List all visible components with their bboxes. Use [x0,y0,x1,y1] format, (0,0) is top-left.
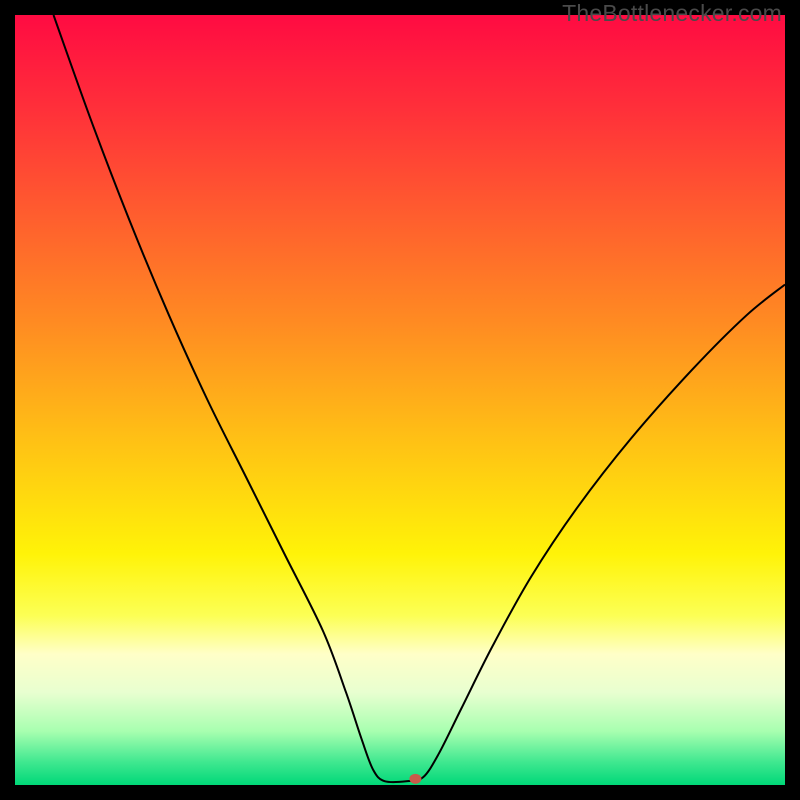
optimal-point-marker [409,774,421,784]
watermark-text: TheBottlenecker.com [562,0,782,27]
bottleneck-chart [15,15,785,785]
chart-background [15,15,785,785]
